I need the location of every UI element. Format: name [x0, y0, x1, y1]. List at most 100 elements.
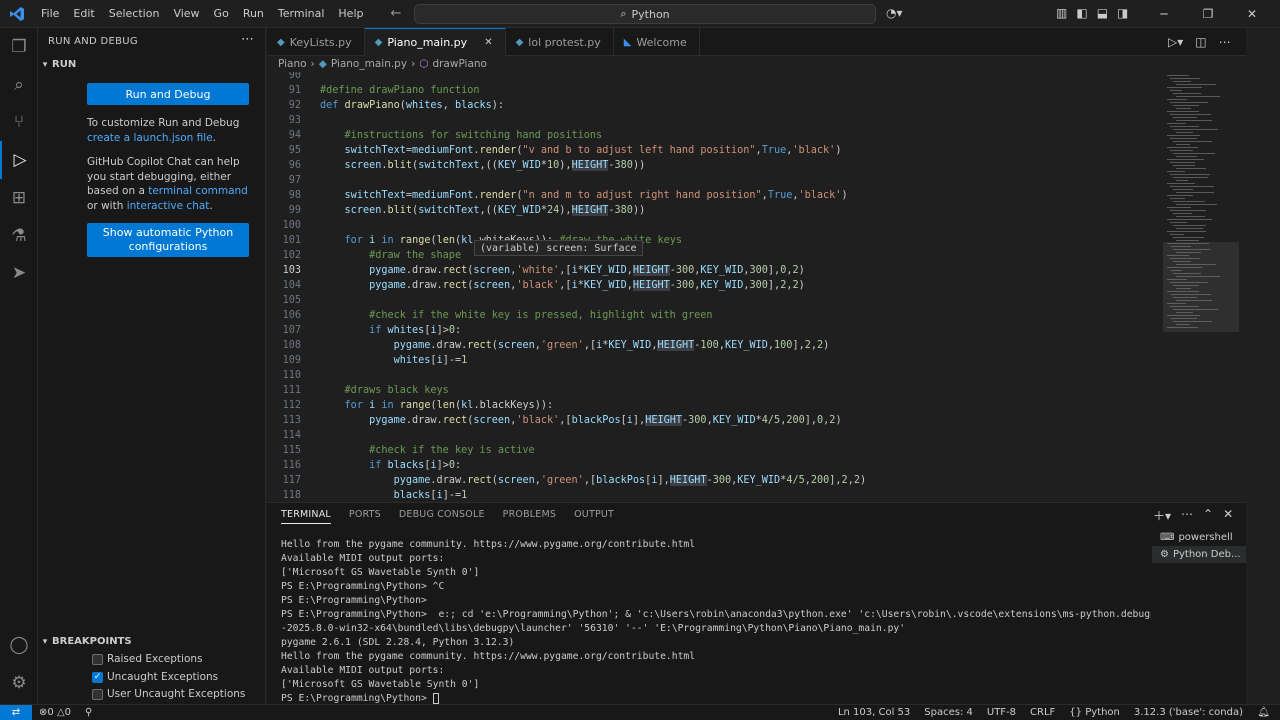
run-section-header[interactable]: ▾ RUN [38, 59, 266, 70]
menu-view[interactable]: View [166, 0, 206, 28]
tab-piano-main[interactable]: ◆ Piano_main.py ✕ [364, 28, 506, 56]
raised-exceptions-checkbox[interactable] [92, 653, 103, 665]
code-line[interactable]: 111 #draws black keys [267, 383, 1163, 398]
panel-more-icon[interactable]: ⋯ [1181, 507, 1193, 524]
toggle-secondary-sidebar-icon[interactable]: ◨ [1117, 6, 1128, 20]
code-line[interactable]: 115 #check if the key is active [267, 443, 1163, 458]
menu-file[interactable]: File [34, 0, 66, 28]
user-uncaught-exceptions-checkbox[interactable] [92, 688, 103, 700]
explorer-icon[interactable]: ❐ [0, 28, 38, 66]
breakpoints-section-header[interactable]: ▾ BREAKPOINTS [38, 636, 266, 647]
breadcrumb-folder[interactable]: Piano [278, 58, 307, 70]
accounts-icon[interactable]: ◯ [0, 626, 38, 664]
notifications-bell-icon[interactable]: 🔔︎ [1257, 707, 1270, 718]
create-launch-json-link[interactable]: create a launch.json file [87, 132, 213, 144]
remote-indicator-icon[interactable]: ⇄ [0, 704, 32, 720]
terminal-command-link[interactable]: terminal command [148, 185, 248, 197]
cursor-position[interactable]: Ln 103, Col 53 [831, 707, 917, 718]
terminal-instance-powershell[interactable]: ⌨ powershell [1152, 529, 1246, 546]
code-line[interactable]: 95 switchText=mediumFont.render("v and b… [267, 143, 1163, 158]
show-python-configs-button[interactable]: Show automatic Python configurations [87, 223, 249, 257]
code-line[interactable]: 93 [267, 113, 1163, 128]
toggle-sidebar-icon[interactable]: ◧ [1076, 6, 1087, 20]
interactive-chat-link[interactable]: interactive chat [127, 200, 210, 212]
close-panel-icon[interactable]: ✕ [1223, 507, 1233, 524]
indentation[interactable]: Spaces: 4 [917, 707, 980, 718]
code-line[interactable]: 106 #check if the white key is pressed, … [267, 308, 1163, 323]
testing-icon[interactable]: ⚗ [0, 217, 38, 255]
code-line[interactable]: 92 def drawPiano(whites, blacks): [267, 98, 1163, 113]
code-line[interactable]: 91 #define drawPiano function [267, 83, 1163, 98]
code-line[interactable]: 102 #draw the shape [267, 248, 1163, 263]
code-line[interactable]: 103 pygame.draw.rect(screen,'white',[i*K… [267, 263, 1163, 278]
tab-keylists[interactable]: ◆ KeyLists.py [267, 28, 365, 56]
code-line[interactable]: 101 for i in range(len(kl.whiteKeys)): #… [267, 233, 1163, 248]
code-line[interactable]: 90 [267, 72, 1163, 83]
code-line[interactable]: 107 if whites[i]>0: [267, 323, 1163, 338]
code-line[interactable]: 108 pygame.draw.rect(screen,'green',[i*K… [267, 338, 1163, 353]
command-center-search[interactable]: ⌕ Python [414, 4, 876, 24]
code-line[interactable]: 99 screen.blit(switchText,((KEY_WID*24),… [267, 203, 1163, 218]
restore-icon[interactable]: ❐ [1186, 0, 1230, 28]
close-icon[interactable]: ✕ [1230, 0, 1274, 28]
new-terminal-icon[interactable]: ＋▾ [1153, 507, 1171, 524]
ports-forwarded-icon[interactable]: ⚲ [78, 707, 99, 718]
back-arrow-icon[interactable]: ← [390, 6, 401, 21]
tab-lol-protest[interactable]: ◆ lol protest.py [506, 28, 614, 56]
language-mode[interactable]: {} Python [1062, 707, 1127, 718]
breakpoint-uncaught-exceptions[interactable]: ✓ Uncaught Exceptions [92, 671, 218, 683]
settings-gear-icon[interactable]: ⚙ [0, 664, 38, 702]
close-tab-icon[interactable]: ✕ [484, 37, 492, 48]
breakpoint-user-uncaught-exceptions[interactable]: User Uncaught Exceptions [92, 688, 245, 700]
code-line[interactable]: 94 #instructions for switching hand posi… [267, 128, 1163, 143]
minimize-icon[interactable]: ─ [1142, 0, 1186, 28]
terminal-instance-python-debug[interactable]: ⚙ Python Deb... [1152, 546, 1246, 563]
code-line[interactable]: 118 blacks[i]-=1 [267, 488, 1163, 502]
code-editor[interactable]: 90 91 #define drawPiano function 92 def draw… [267, 72, 1163, 502]
code-line[interactable]: 104 pygame.draw.rect(screen,'black',[i*K… [267, 278, 1163, 293]
line-ending[interactable]: CRLF [1023, 707, 1062, 718]
customize-layout-icon[interactable]: ▥ [1056, 6, 1067, 20]
panel-tab-problems[interactable]: PROBLEMS [503, 509, 556, 524]
encoding[interactable]: UTF-8 [980, 707, 1023, 718]
menu-terminal[interactable]: Terminal [271, 0, 332, 28]
source-control-icon[interactable]: ⑂ [0, 103, 38, 141]
menu-edit[interactable]: Edit [66, 0, 101, 28]
menu-selection[interactable]: Selection [102, 0, 167, 28]
copilot-icon[interactable]: ◔▾ [886, 6, 903, 20]
menu-go[interactable]: Go [207, 0, 236, 28]
extensions-icon[interactable]: ⊞ [0, 179, 38, 217]
minimap-slider[interactable] [1163, 242, 1239, 332]
code-line[interactable]: 114 [267, 428, 1163, 443]
panel-tab-debug-console[interactable]: DEBUG CONSOLE [399, 509, 485, 524]
more-actions-icon[interactable]: ⋯ [1219, 35, 1231, 49]
uncaught-exceptions-checkbox[interactable]: ✓ [92, 671, 103, 683]
code-line[interactable]: 113 pygame.draw.rect(screen,'black',[bla… [267, 413, 1163, 428]
run-debug-icon[interactable]: ▷ [0, 141, 38, 179]
minimap[interactable] [1163, 72, 1246, 502]
split-editor-icon[interactable]: ◫ [1195, 35, 1206, 49]
code-line[interactable]: 98 switchText=mediumFont.render("n and m… [267, 188, 1163, 203]
code-line[interactable]: 112 for i in range(len(kl.blackKeys)): [267, 398, 1163, 413]
panel-tab-terminal[interactable]: TERMINAL [281, 509, 331, 524]
code-line[interactable]: 105 [267, 293, 1163, 308]
code-line[interactable]: 96 screen.blit(switchText,((KEY_WID*10),… [267, 158, 1163, 173]
maximize-panel-icon[interactable]: ⌃ [1203, 507, 1213, 524]
run-and-debug-button[interactable]: Run and Debug [87, 83, 249, 105]
code-line[interactable]: 97 [267, 173, 1163, 188]
menu-run[interactable]: Run [236, 0, 271, 28]
code-line[interactable]: 109 whites[i]-=1 [267, 353, 1163, 368]
problems-indicator[interactable]: ⊗0 △0 [32, 707, 78, 718]
run-python-file-icon[interactable]: ▷▾ [1168, 35, 1183, 49]
breadcrumb-file[interactable]: Piano_main.py [331, 58, 407, 70]
code-line[interactable]: 100 [267, 218, 1163, 233]
remote-explorer-icon[interactable]: ➤ [0, 254, 38, 292]
terminal-output[interactable]: Hello from the pygame community. https:/… [281, 538, 1151, 706]
search-icon[interactable]: ⌕ [0, 66, 38, 104]
code-line[interactable]: 116 if blacks[i]>0: [267, 458, 1163, 473]
toggle-panel-icon[interactable]: ⬓ [1097, 6, 1108, 20]
panel-tab-ports[interactable]: PORTS [349, 509, 381, 524]
tab-welcome[interactable]: ◣ Welcome [614, 28, 700, 56]
python-interpreter[interactable]: 3.12.3 ('base': conda) [1127, 707, 1250, 718]
menu-help[interactable]: Help [331, 0, 370, 28]
